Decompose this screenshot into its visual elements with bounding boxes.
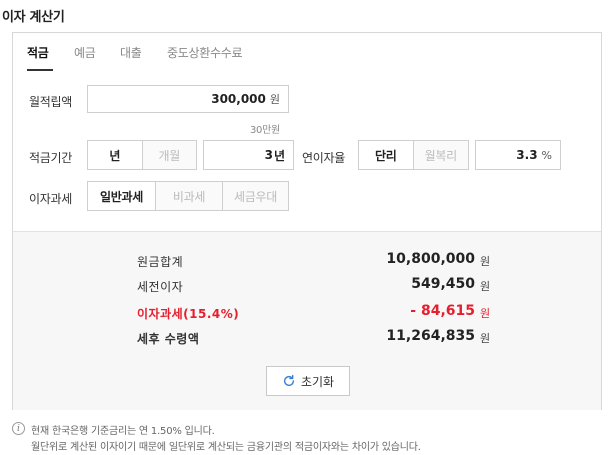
- period-year-button[interactable]: 년: [88, 141, 142, 169]
- notice-base-rate: 현재 한국은행 기준금리는 연 1.50% 입니다.: [31, 426, 215, 437]
- monthly-deposit-value: 300,000: [211, 92, 266, 106]
- period-unit: 년: [273, 148, 285, 163]
- period-label: 적금기간: [29, 151, 72, 165]
- active-tab-indicator: [27, 69, 53, 71]
- period-unit-toggle: 년 개월: [87, 140, 197, 170]
- tax-type-toggle: 일반과세 비과세 세금우대: [87, 181, 289, 211]
- refresh-icon: [283, 374, 295, 387]
- rate-compound-button[interactable]: 월복리: [412, 141, 468, 169]
- tax-label: 이자과세: [29, 192, 72, 206]
- pretax-interest-label: 세전이자: [137, 280, 184, 294]
- rate-simple-button[interactable]: 단리: [359, 141, 413, 169]
- after-tax-amount-value: 11,264,835: [386, 328, 475, 344]
- period-input[interactable]: 3 년: [203, 140, 294, 170]
- tab-bar: 적금 예금 대출 중도상환수수료: [13, 33, 601, 71]
- pretax-interest-value: 549,450: [411, 276, 475, 292]
- rate-label: 연이자율: [302, 151, 345, 165]
- monthly-deposit-unit: 원: [269, 93, 280, 106]
- tax-exempt-button[interactable]: 비과세: [155, 182, 222, 210]
- rate-value: 3.3: [516, 148, 538, 162]
- tab-deposit[interactable]: 예금: [74, 44, 96, 61]
- interest-tax-label: 이자과세(15.4%): [137, 307, 240, 321]
- tax-general-button[interactable]: 일반과세: [88, 182, 155, 210]
- principal-total-value: 10,800,000: [386, 251, 475, 267]
- info-icon: i: [12, 422, 25, 435]
- interest-tax-unit: 원: [480, 307, 491, 320]
- calculator-panel: 적금 예금 대출 중도상환수수료 월적립액 300,000 원 30만원 적금기…: [12, 32, 602, 410]
- principal-total-label: 원금합계: [137, 255, 184, 269]
- principal-total-unit: 원: [480, 255, 491, 268]
- rate-unit: %: [541, 148, 552, 162]
- tab-loan[interactable]: 대출: [120, 44, 142, 61]
- reset-label: 초기화: [300, 374, 335, 389]
- monthly-deposit-label: 월적립액: [29, 95, 72, 109]
- rate-type-toggle: 단리 월복리: [358, 140, 469, 170]
- after-tax-amount-label: 세후 수령액: [137, 332, 200, 346]
- monthly-deposit-input[interactable]: 300,000 원: [87, 85, 289, 113]
- tab-installment-savings[interactable]: 적금: [27, 44, 49, 61]
- pretax-interest-unit: 원: [480, 280, 491, 293]
- period-month-button[interactable]: 개월: [141, 141, 196, 169]
- period-value: 3: [264, 148, 273, 162]
- monthly-deposit-hint: 30만원: [250, 125, 280, 136]
- tab-prepayment-fee[interactable]: 중도상환수수료: [167, 44, 242, 61]
- notice-calculation-note: 월단위로 계산된 이자이기 때문에 일단위로 계산되는 금융기관의 적금이자와는…: [31, 442, 421, 453]
- interest-tax-value: - 84,615: [410, 303, 475, 319]
- tax-preferential-button[interactable]: 세금우대: [222, 182, 288, 210]
- reset-button[interactable]: 초기화: [266, 366, 350, 396]
- page-title: 이자 계산기: [2, 10, 65, 25]
- after-tax-amount-unit: 원: [480, 332, 491, 345]
- rate-input[interactable]: 3.3 %: [475, 140, 561, 170]
